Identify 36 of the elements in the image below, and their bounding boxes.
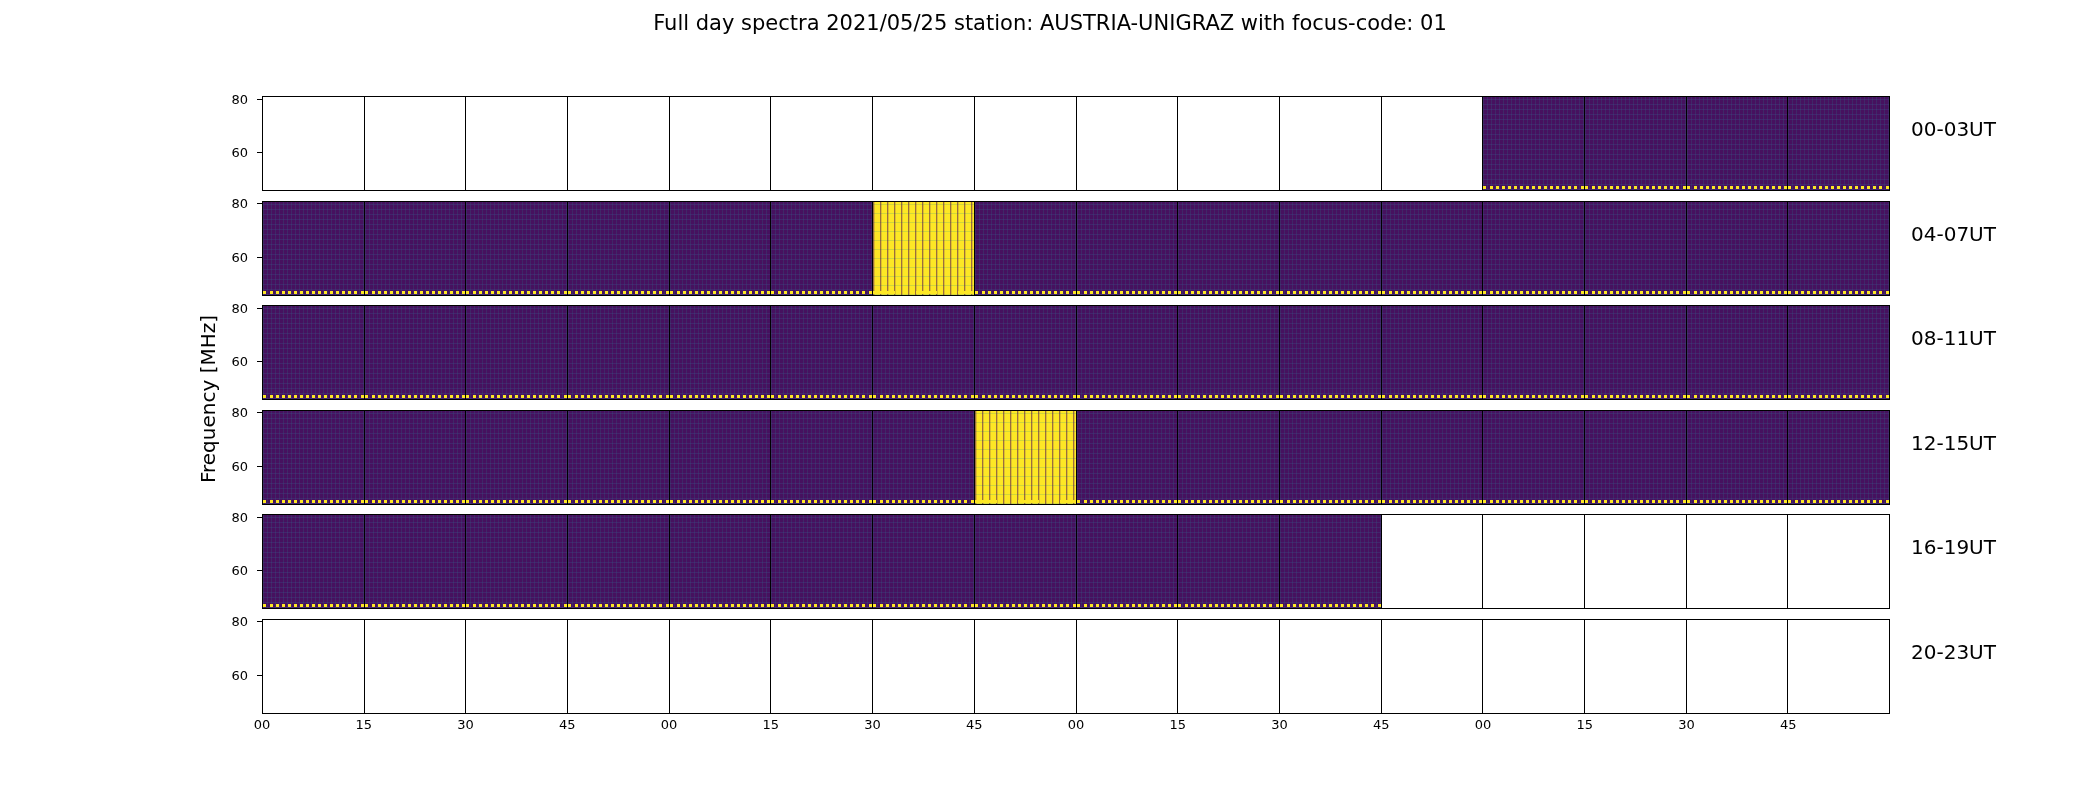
chart-title: Full day spectra 2021/05/25 station: AUSTRIA-UNIGRAZ with focus-code: 01 xyxy=(652,10,1448,38)
tick-label: 60 xyxy=(231,354,248,368)
tick-label: 80 xyxy=(231,405,248,419)
tick-label: 00 xyxy=(1474,717,1492,731)
tick-label: 60 xyxy=(231,145,248,159)
row-label: 00-03UT xyxy=(1911,116,1996,143)
tick-label: 00 xyxy=(660,717,678,731)
tick-label: 60 xyxy=(231,668,248,682)
row-label: 16-19UT xyxy=(1911,534,1996,561)
tick-label: 45 xyxy=(559,717,576,731)
tick-label: 80 xyxy=(231,614,248,628)
row-label: 12-15UT xyxy=(1911,429,1996,457)
tick-label: 30 xyxy=(457,717,474,731)
tick-label: 15 xyxy=(1169,717,1186,731)
tick-label: 60 xyxy=(231,459,248,473)
row-label: 20-23UT xyxy=(1911,638,1996,666)
row-label: 04-07UT xyxy=(1911,220,1996,248)
tick-label: 30 xyxy=(1271,717,1288,731)
tick-label: 15 xyxy=(1576,717,1593,731)
tick-label: 45 xyxy=(1780,717,1797,731)
tick-label: 15 xyxy=(762,717,779,731)
tick-label: 30 xyxy=(1678,717,1695,731)
tick-label: 00 xyxy=(253,717,271,731)
tick-label: 80 xyxy=(231,510,248,524)
tick-label: 30 xyxy=(864,717,881,731)
tick-label: 80 xyxy=(231,92,248,106)
tick-label: 45 xyxy=(1373,717,1390,731)
tick-label: 80 xyxy=(231,196,248,210)
tick-label: 60 xyxy=(231,563,248,577)
tick-label: 15 xyxy=(355,717,372,731)
row-label: 08-11UT xyxy=(1911,325,1996,352)
tick-label: 60 xyxy=(231,250,248,264)
tick-label: 80 xyxy=(231,301,248,315)
axis-label: Frequency [MHz] xyxy=(195,314,221,484)
tick-label: 00 xyxy=(1067,717,1085,731)
tick-label: 45 xyxy=(966,717,983,731)
